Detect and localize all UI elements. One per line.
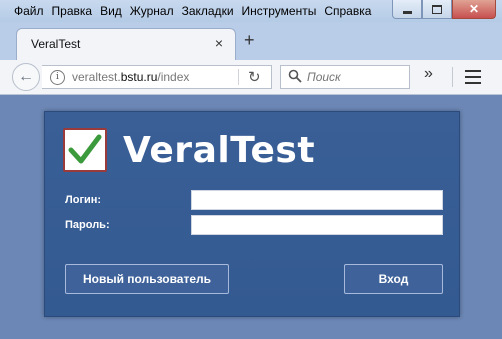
menu-tools[interactable]: Инструменты (240, 2, 319, 20)
close-icon: ✕ (468, 2, 480, 16)
tab-strip: VeralTest × + (0, 22, 502, 60)
tab-close-icon[interactable]: × (215, 35, 223, 51)
page-content: VeralTest Логин: Пароль: Новый пользоват… (0, 95, 502, 339)
menu-history[interactable]: Журнал (128, 2, 176, 20)
search-icon (288, 69, 302, 83)
reload-icon[interactable]: ↻ (248, 68, 261, 86)
menu-file[interactable]: Файл (12, 2, 46, 20)
menu-bar: Файл Правка Вид Журнал Закладки Инструме… (0, 2, 377, 20)
url-path: /index (157, 70, 190, 84)
login-button[interactable]: Вход (344, 264, 443, 294)
search-bar[interactable] (280, 65, 410, 89)
window-controls: ✕ (392, 0, 496, 22)
minimize-button[interactable] (392, 0, 422, 19)
menu-view[interactable]: Вид (98, 2, 124, 20)
tab-title: VeralTest (31, 37, 81, 51)
overflow-chevron-button[interactable]: » (424, 65, 433, 83)
minimize-icon (402, 10, 412, 14)
checkmark-icon (68, 134, 102, 164)
url-bar[interactable]: i veraltest.bstu.ru/index ↻ (42, 65, 272, 89)
window-titlebar: Файл Правка Вид Журнал Закладки Инструме… (0, 0, 502, 22)
back-button[interactable]: ← (12, 63, 40, 91)
menu-help[interactable]: Справка (322, 2, 373, 20)
new-user-button[interactable]: Новый пользователь (65, 264, 229, 294)
menu-edit[interactable]: Правка (50, 2, 95, 20)
navigation-bar: i veraltest.bstu.ru/index ↻ ← » (0, 60, 502, 95)
logo (63, 128, 107, 172)
app-title: VeralTest (123, 130, 316, 171)
login-panel: VeralTest Логин: Пароль: Новый пользоват… (44, 111, 460, 317)
url-text[interactable]: veraltest.bstu.ru/index (72, 70, 189, 84)
login-input[interactable] (191, 190, 443, 210)
login-label: Логин: (65, 194, 102, 206)
url-domain: bstu.ru (120, 70, 158, 84)
toolbar-separator (452, 67, 453, 87)
info-icon[interactable]: i (50, 70, 65, 85)
url-separator (238, 69, 239, 85)
maximize-button[interactable] (422, 0, 452, 19)
back-arrow-icon: ← (18, 68, 34, 85)
password-input[interactable] (191, 215, 443, 235)
menu-hamburger-icon[interactable] (465, 70, 481, 88)
tab-veraltest[interactable]: VeralTest × (16, 28, 236, 60)
search-input[interactable] (307, 70, 403, 84)
maximize-icon (432, 4, 442, 14)
menu-bookmarks[interactable]: Закладки (180, 2, 236, 20)
new-tab-button[interactable]: + (244, 31, 255, 49)
url-host: veraltest. (72, 70, 121, 84)
close-window-button[interactable]: ✕ (452, 0, 496, 19)
password-label: Пароль: (65, 219, 110, 231)
